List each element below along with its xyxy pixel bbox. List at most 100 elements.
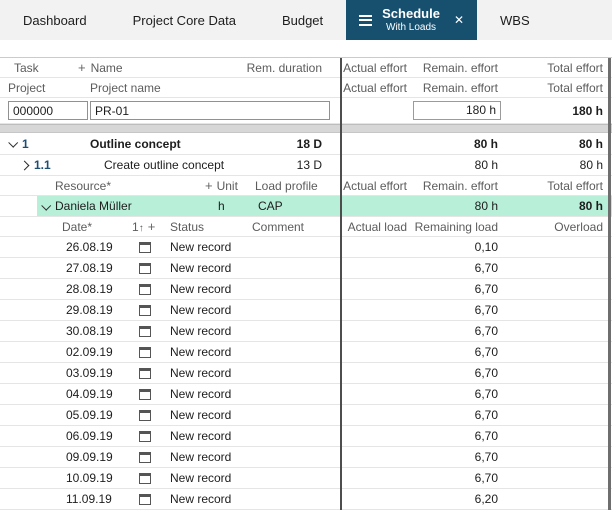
menu-icon[interactable] <box>359 15 372 26</box>
load-remaining: 6,70 <box>413 366 504 380</box>
project-id-input[interactable] <box>8 101 88 120</box>
load-row[interactable]: 04.09.19 New record 6,70 <box>0 384 612 405</box>
col-header-status[interactable]: Status <box>160 220 252 234</box>
load-status: New record <box>160 282 252 296</box>
load-row[interactable]: 05.09.19 New record 6,70 <box>0 405 612 426</box>
calendar-icon[interactable] <box>139 326 151 337</box>
calendar-icon[interactable] <box>139 305 151 316</box>
load-row[interactable]: 11.09.19 New record 6,20 <box>0 489 612 510</box>
col-header-load-profile[interactable]: Load profile <box>255 179 341 193</box>
col-header-task[interactable]: Task <box>0 61 78 75</box>
tab-budget[interactable]: Budget <box>259 0 346 40</box>
calendar-icon[interactable] <box>139 473 151 484</box>
tab-schedule-label: Schedule <box>382 6 440 22</box>
col-header-remaining-load[interactable]: Remaining load <box>413 220 504 234</box>
col-header-comment[interactable]: Comment <box>252 220 341 234</box>
project-remain-effort-field[interactable]: 180 h <box>413 101 501 120</box>
calendar-icon[interactable] <box>139 431 151 442</box>
sort-indicator[interactable]: 1↑ <box>132 220 144 234</box>
col-header-remain-effort[interactable]: Remain. effort <box>413 61 504 75</box>
calendar-icon[interactable] <box>139 284 151 295</box>
load-status: New record <box>160 492 252 506</box>
load-row[interactable]: 28.08.19 New record 6,70 <box>0 279 612 300</box>
load-remaining: 6,70 <box>413 408 504 422</box>
expand-task-icon[interactable] <box>20 160 30 170</box>
load-date: 26.08.19 <box>55 240 130 254</box>
project-total-effort-label: Total effort <box>504 81 612 95</box>
col-header-unit[interactable]: Unit <box>217 179 238 193</box>
load-date: 11.09.19 <box>55 492 130 506</box>
load-date: 29.08.19 <box>55 303 130 317</box>
add-task-icon[interactable]: + <box>78 61 86 74</box>
project-name-input[interactable] <box>90 101 330 120</box>
project-label: Project <box>0 81 82 95</box>
calendar-icon[interactable] <box>139 368 151 379</box>
load-remaining: 6,70 <box>413 345 504 359</box>
load-date: 03.09.19 <box>55 366 130 380</box>
load-row[interactable]: 09.09.19 New record 6,70 <box>0 447 612 468</box>
load-remaining: 6,70 <box>413 324 504 338</box>
section-separator <box>0 124 612 133</box>
project-row[interactable]: 180 h 180 h <box>0 98 612 124</box>
col-header-overload[interactable]: Overload <box>504 220 612 234</box>
load-remaining: 6,70 <box>413 261 504 275</box>
tab-project-core-data[interactable]: Project Core Data <box>110 0 259 40</box>
load-row[interactable]: 10.09.19 New record 6,70 <box>0 468 612 489</box>
calendar-icon[interactable] <box>139 263 151 274</box>
task-row-1-1[interactable]: 1.1 Create outline concept 13 D 80 h 80 … <box>0 155 612 176</box>
col-header-name[interactable]: Name <box>91 61 123 75</box>
resource-row[interactable]: Daniela Müller h CAP 80 h 80 h <box>0 196 612 217</box>
col-header-resource[interactable]: Resource* <box>55 179 205 193</box>
load-status: New record <box>160 240 252 254</box>
tab-schedule[interactable]: Schedule With Loads ✕ <box>346 0 477 40</box>
col-header-actual-effort[interactable]: Actual effort <box>341 179 413 193</box>
calendar-icon[interactable] <box>139 389 151 400</box>
close-icon[interactable]: ✕ <box>454 13 464 27</box>
load-status: New record <box>160 324 252 338</box>
load-rows: 26.08.19 New record 0,10 27.08.19 New r <box>0 237 612 510</box>
load-header-row: Date* 1↑ + Status Comment Actual load Re… <box>0 217 612 237</box>
col-header-rem-duration[interactable]: Rem. duration <box>229 61 341 75</box>
task-header-row: Task + Name Rem. duration Actual effort … <box>0 58 612 78</box>
load-date: 04.09.19 <box>55 387 130 401</box>
task-name: Outline concept <box>78 137 229 151</box>
add-load-icon[interactable]: + <box>148 220 156 233</box>
load-date: 27.08.19 <box>55 261 130 275</box>
col-header-remain-effort[interactable]: Remain. effort <box>413 179 504 193</box>
load-row[interactable]: 27.08.19 New record 6,70 <box>0 258 612 279</box>
col-header-total-effort[interactable]: Total effort <box>504 61 612 75</box>
calendar-icon[interactable] <box>139 410 151 421</box>
load-date: 05.09.19 <box>55 408 130 422</box>
load-status: New record <box>160 345 252 359</box>
col-header-actual-load[interactable]: Actual load <box>341 220 413 234</box>
task-number: 1 <box>22 137 78 151</box>
load-status: New record <box>160 450 252 464</box>
col-header-total-effort[interactable]: Total effort <box>504 179 612 193</box>
calendar-icon[interactable] <box>139 452 151 463</box>
calendar-icon[interactable] <box>139 242 151 253</box>
add-resource-icon[interactable]: + <box>205 179 213 192</box>
vertical-scrollbar[interactable] <box>608 58 611 510</box>
project-total-effort-value: 180 h <box>504 104 612 118</box>
load-row[interactable]: 26.08.19 New record 0,10 <box>0 237 612 258</box>
project-name-label: Project name <box>82 81 341 95</box>
calendar-icon[interactable] <box>139 347 151 358</box>
load-remaining: 6,20 <box>413 492 504 506</box>
load-row[interactable]: 03.09.19 New record 6,70 <box>0 363 612 384</box>
collapse-task-icon[interactable] <box>8 138 18 148</box>
load-date: 28.08.19 <box>55 282 130 296</box>
collapse-resource-icon[interactable] <box>41 200 51 210</box>
tab-wbs[interactable]: WBS <box>477 0 553 40</box>
load-status: New record <box>160 408 252 422</box>
task-row-1[interactable]: 1 Outline concept 18 D 80 h 80 h <box>0 133 612 155</box>
col-header-date[interactable]: Date* <box>55 220 130 234</box>
load-row[interactable]: 02.09.19 New record 6,70 <box>0 342 612 363</box>
load-row[interactable]: 30.08.19 New record 6,70 <box>0 321 612 342</box>
load-date: 06.09.19 <box>55 429 130 443</box>
load-row[interactable]: 06.09.19 New record 6,70 <box>0 426 612 447</box>
calendar-icon[interactable] <box>139 494 151 505</box>
load-row[interactable]: 29.08.19 New record 6,70 <box>0 300 612 321</box>
resource-load-profile: CAP <box>255 199 341 213</box>
tab-dashboard[interactable]: Dashboard <box>0 0 110 40</box>
col-header-actual-effort[interactable]: Actual effort <box>341 61 413 75</box>
